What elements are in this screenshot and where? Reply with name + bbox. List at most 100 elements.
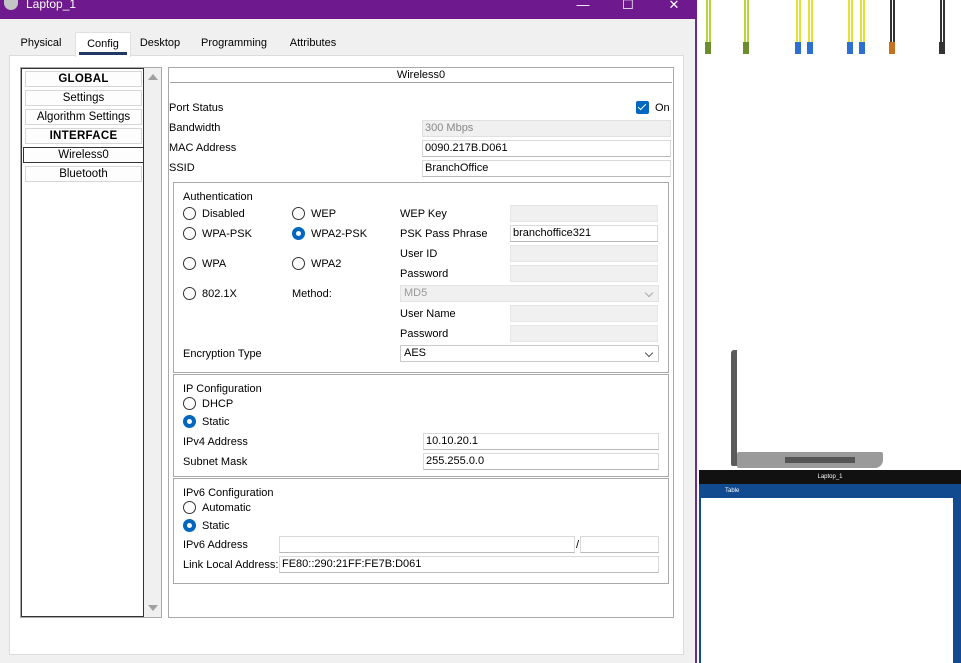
bandwidth-field: 300 Mbps: [422, 120, 671, 137]
mac-address-field[interactable]: 0090.217B.D061: [422, 140, 671, 157]
laptop-screen[interactable]: [731, 350, 737, 466]
wep-key-field: [510, 205, 658, 222]
ip-dhcp-label: DHCP: [202, 398, 234, 410]
ipv6-prefix-field[interactable]: [580, 536, 659, 553]
ip-static-radio[interactable]: [183, 415, 196, 428]
cable-icon[interactable]: [803, 0, 817, 66]
cable-icon[interactable]: [739, 0, 753, 66]
ssid-field[interactable]: BranchOffice: [422, 160, 671, 177]
psk-pass-phrase-field[interactable]: branchoffice321: [510, 225, 658, 242]
list-item-wireless0[interactable]: Wireless0: [23, 147, 144, 163]
list-item-settings[interactable]: Settings: [25, 90, 142, 106]
cable-icon[interactable]: [701, 0, 715, 66]
cable-icon[interactable]: [935, 0, 949, 66]
cable-icon[interactable]: [855, 0, 869, 66]
ip-static-label: Static: [202, 416, 230, 428]
list-item-algorithm-settings[interactable]: Algorithm Settings: [25, 109, 142, 125]
link-local-address-label: Link Local Address:: [183, 559, 279, 571]
auth-disabled-radio[interactable]: [183, 207, 196, 220]
method-label: Method:: [292, 288, 332, 300]
auth-wpa2-radio[interactable]: [292, 257, 305, 270]
interface-panel: Wireless0 Port Status On Bandwidth 300 M…: [168, 67, 674, 618]
window-title: Laptop_1: [26, 0, 77, 11]
laptop-icon[interactable]: [737, 452, 883, 468]
table-label: Table: [725, 488, 740, 494]
ipv4-address-field[interactable]: 10.10.20.1: [423, 433, 659, 450]
tab-attributes[interactable]: Attributes: [282, 32, 344, 55]
user-name-label: User Name: [400, 308, 456, 320]
auth-wep-radio[interactable]: [292, 207, 305, 220]
scroll-up-icon[interactable]: [148, 74, 158, 80]
bandwidth-label: Bandwidth: [169, 122, 221, 134]
auth-disabled-label: Disabled: [202, 208, 245, 220]
cable-shelf: [699, 66, 961, 76]
wep-key-label: WEP Key: [400, 208, 447, 220]
window-titlebar[interactable]: Laptop_1 — ☐ ✕: [0, 0, 697, 19]
app-icon: [4, 0, 18, 10]
desk-label: Laptop_1: [699, 470, 961, 484]
user-id-field: [510, 245, 658, 262]
auth-wpa2-psk-label: WPA2-PSK: [311, 228, 368, 240]
ip-configuration-title: IP Configuration: [183, 383, 262, 395]
settings-list-items: GLOBAL Settings Algorithm Settings INTER…: [21, 68, 144, 617]
ipv6-static-label: Static: [202, 520, 230, 532]
auth-wpa2-label: WPA2: [311, 258, 342, 270]
ipv4-address-label: IPv4 Address: [183, 436, 248, 448]
list-header-interface: INTERFACE: [25, 128, 142, 144]
link-local-address-field: FE80::290:21FF:FE7B:D061: [279, 556, 659, 573]
auth-8021x-radio[interactable]: [183, 287, 196, 300]
close-icon[interactable]: ✕: [651, 0, 697, 14]
encryption-type-select[interactable]: AES: [400, 345, 659, 362]
ipv6-automatic-label: Automatic: [202, 502, 251, 514]
maximize-icon[interactable]: ☐: [605, 0, 651, 14]
list-item-bluetooth[interactable]: Bluetooth: [25, 166, 142, 182]
scroll-down-icon[interactable]: [148, 605, 158, 611]
laptop-ports: [785, 457, 855, 463]
ssid-label: SSID: [169, 162, 195, 174]
tab-desktop[interactable]: Desktop: [136, 32, 184, 55]
auth-wpa-psk-radio[interactable]: [183, 227, 196, 240]
ipv6-automatic-radio[interactable]: [183, 501, 196, 514]
ipv6-prefix-separator: /: [576, 539, 580, 551]
table-area: Table: [699, 484, 961, 663]
encryption-type-value: AES: [404, 347, 427, 359]
user-name-field: [510, 305, 658, 322]
authentication-group: Authentication Disabled WEP WPA-PSK WPA2…: [173, 182, 669, 373]
ipv6-configuration-title: IPv6 Configuration: [183, 487, 274, 499]
ipv6-configuration-group: IPv6 Configuration Automatic Static IPv6…: [173, 478, 669, 584]
tab-physical[interactable]: Physical: [12, 32, 70, 55]
subnet-mask-field[interactable]: 255.255.0.0: [423, 453, 659, 470]
password-field: [510, 265, 658, 282]
cable-icon[interactable]: [885, 0, 899, 66]
network-workspace[interactable]: Laptop_1 Table: [699, 0, 961, 663]
tab-config[interactable]: Config: [75, 32, 131, 57]
list-scrollbar[interactable]: [144, 68, 161, 617]
port-status-label: Port Status: [169, 102, 224, 114]
auth-wpa-label: WPA: [202, 258, 227, 270]
list-header-global: GLOBAL: [25, 71, 142, 87]
chevron-down-icon: [644, 348, 654, 358]
chevron-down-icon: [644, 288, 654, 298]
minimize-icon[interactable]: —: [560, 0, 606, 14]
table-surface: [701, 498, 953, 663]
auth-wpa-radio[interactable]: [183, 257, 196, 270]
auth-wpa2-psk-radio[interactable]: [292, 227, 305, 240]
password-label: Password: [400, 268, 449, 280]
ip-dhcp-radio[interactable]: [183, 397, 196, 410]
subnet-mask-label: Subnet Mask: [183, 456, 248, 468]
password2-label: Password: [400, 328, 449, 340]
user-id-label: User ID: [400, 248, 438, 260]
port-status-checkbox[interactable]: [636, 101, 649, 114]
ipv6-address-field[interactable]: [279, 536, 575, 553]
ipv6-static-radio[interactable]: [183, 519, 196, 532]
settings-list: GLOBAL Settings Algorithm Settings INTER…: [20, 67, 162, 618]
ipv6-address-label: IPv6 Address: [183, 539, 248, 551]
auth-wpa-psk-label: WPA-PSK: [202, 228, 252, 240]
ip-configuration-group: IP Configuration DHCP Static IPv4 Addres…: [173, 374, 669, 477]
tab-programming[interactable]: Programming: [195, 32, 273, 55]
method-value: MD5: [404, 287, 428, 299]
mac-address-label: MAC Address: [169, 142, 237, 154]
port-status-on-label: On: [655, 102, 670, 114]
method-select: MD5: [400, 285, 659, 302]
auth-wep-label: WEP: [311, 208, 337, 220]
